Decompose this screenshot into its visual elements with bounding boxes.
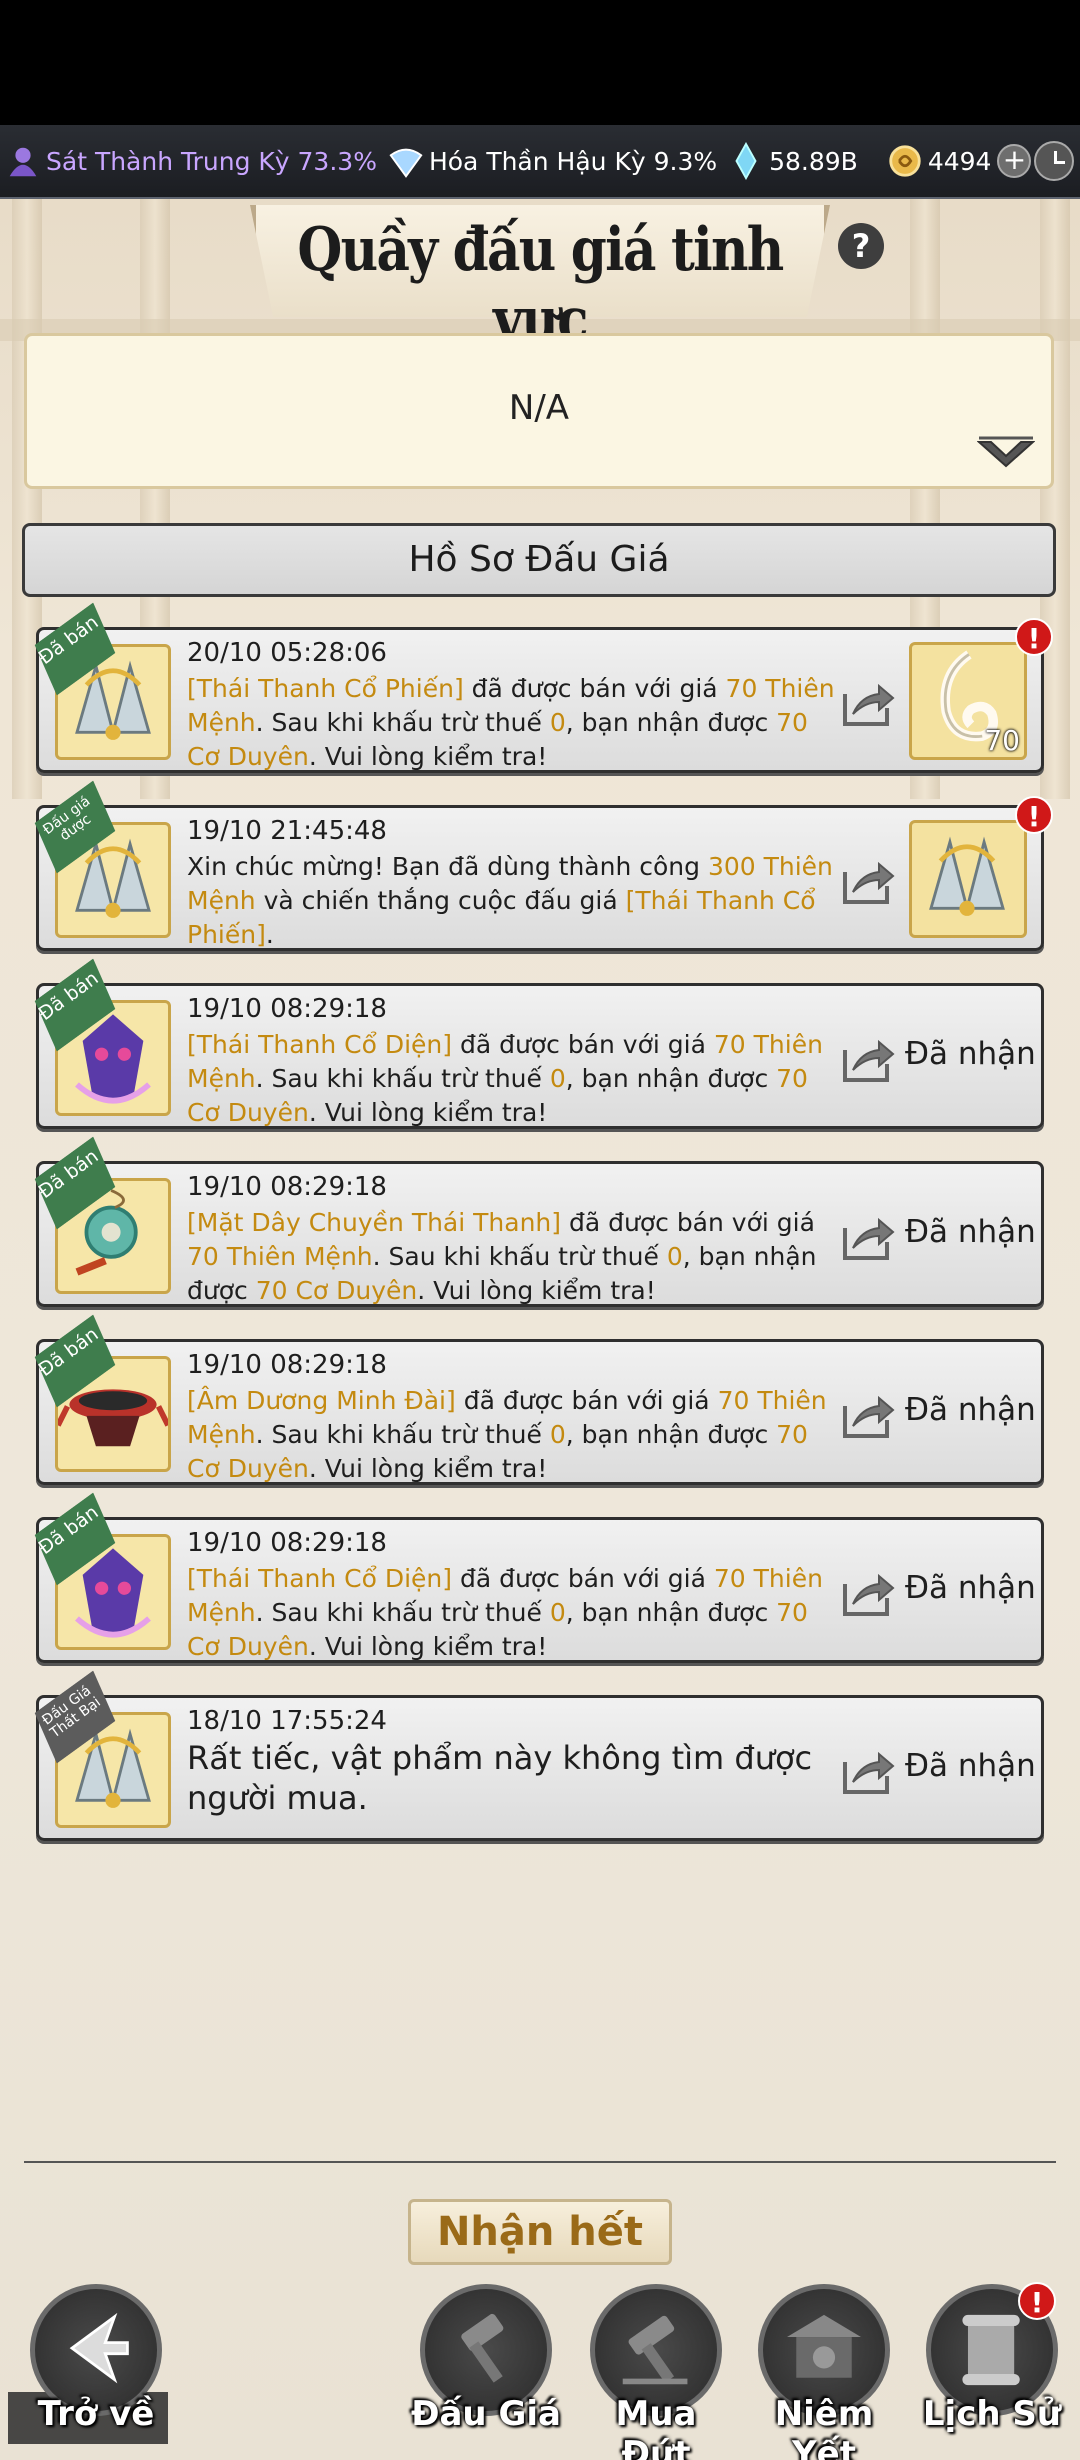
coin-icon bbox=[889, 145, 921, 177]
record-message: [Thái Thanh Cổ Phiến] đã được bán với gi… bbox=[187, 674, 835, 771]
auction-panel: Quầy đấu giá tinh vực ? N/A Hồ Sơ Đấu Gi… bbox=[0, 199, 1080, 2460]
received-status: Đã nhận bbox=[905, 1392, 1036, 1428]
help-button[interactable]: ? bbox=[838, 223, 884, 269]
auction-record: Đã bán 19/10 08:29:18 [Âm Dương Minh Đài] … bbox=[36, 1339, 1044, 1485]
resource-bar: Sát Thành Trung Kỳ 73.3% Hóa Thần Hậu Kỳ… bbox=[0, 125, 1080, 199]
crystal-icon bbox=[735, 142, 757, 180]
nav-label: Niêm Yết bbox=[774, 2394, 874, 2460]
record-time: 19/10 08:29:18 bbox=[187, 1172, 387, 1202]
filter-value: N/A bbox=[508, 388, 570, 428]
crystal-balance: 58.89B bbox=[727, 142, 858, 180]
nav-history-button[interactable]: Lịch Sử ! bbox=[922, 2282, 1062, 2454]
filter-dropdown[interactable]: N/A bbox=[24, 333, 1054, 489]
status-bar-area bbox=[0, 0, 1080, 125]
clock-icon[interactable] bbox=[1034, 141, 1074, 181]
coin-balance: 4494 + bbox=[886, 142, 1032, 180]
auction-record: Đấu giá được 19/10 21:45:48 Xin chúc mừng!… bbox=[36, 805, 1053, 951]
record-time: 19/10 08:29:18 bbox=[187, 994, 387, 1024]
nav-back-button[interactable]: Trở về bbox=[26, 2284, 166, 2454]
auction-record: Đấu Giá Thất Bại 18/10 17:55:24 Rất tiếc, … bbox=[36, 1695, 1044, 1841]
record-time: 19/10 21:45:48 bbox=[187, 816, 387, 846]
nav-auction-button[interactable]: Đấu Giá bbox=[411, 2284, 561, 2454]
share-icon[interactable] bbox=[839, 1036, 895, 1084]
record-message: [Âm Dương Minh Đài] đã được bán với giá … bbox=[187, 1386, 827, 1483]
nav-label: Mua Đứt bbox=[615, 2394, 697, 2460]
share-icon[interactable] bbox=[839, 1570, 895, 1618]
received-status: Đã nhận bbox=[905, 1214, 1036, 1250]
nav-label: Lịch Sử bbox=[922, 2394, 1062, 2434]
reward-item-button[interactable] bbox=[909, 820, 1027, 938]
reward-item-button[interactable]: 70 bbox=[909, 642, 1027, 760]
realm-progress-1: Sát Thành Trung Kỳ 73.3% bbox=[4, 142, 377, 180]
nav-label: Đấu Giá bbox=[411, 2394, 561, 2434]
received-status: Đã nhận bbox=[905, 1036, 1036, 1072]
add-coin-button[interactable]: + bbox=[997, 144, 1032, 178]
auction-record: Đã bán 19/10 08:29:18 [Mặt Dây Chuyền Thái… bbox=[36, 1161, 1044, 1307]
record-message: Xin chúc mừng! Bạn đã dùng thành công 30… bbox=[187, 852, 833, 949]
claim-all-button[interactable]: Nhận hết bbox=[408, 2199, 672, 2265]
realm-icon bbox=[9, 147, 37, 177]
share-icon[interactable] bbox=[839, 1214, 895, 1262]
fan-icon bbox=[389, 148, 423, 178]
alert-icon: ! bbox=[1018, 2282, 1056, 2320]
realm-progress-2: Hóa Thần Hậu Kỳ 9.3% bbox=[387, 142, 717, 180]
alert-icon: ! bbox=[1015, 618, 1053, 656]
realm-progress-label-2: Hóa Thần Hậu Kỳ 9.3% bbox=[428, 146, 718, 176]
coin-amount: 4494 bbox=[927, 146, 992, 176]
received-status: Đã nhận bbox=[905, 1748, 1036, 1784]
received-status: Đã nhận bbox=[905, 1570, 1036, 1606]
realm-progress-label-1: Sát Thành Trung Kỳ 73.3% bbox=[46, 146, 377, 176]
auction-record: Đã bán 20/10 05:28:06 [Thái Thanh Cổ Phiến… bbox=[36, 627, 1053, 773]
auction-record: Đã bán 19/10 08:29:18 [Thái Thanh Cổ Diện]… bbox=[36, 1517, 1044, 1663]
crystal-amount: 58.89B bbox=[769, 146, 858, 176]
record-time: 18/10 17:55:24 bbox=[187, 1706, 387, 1736]
reward-count: 70 bbox=[984, 724, 1020, 757]
nav-label: Trở về bbox=[37, 2394, 155, 2434]
record-message: [Mặt Dây Chuyền Thái Thanh] đã được bán … bbox=[187, 1208, 817, 1305]
record-message: [Thái Thanh Cổ Diện] đã được bán với giá… bbox=[187, 1030, 823, 1127]
auction-record: Đã bán 19/10 08:29:18 [Thái Thanh Cổ Diện]… bbox=[36, 983, 1044, 1129]
share-icon[interactable] bbox=[839, 858, 895, 906]
share-icon[interactable] bbox=[839, 1392, 895, 1440]
record-time: 19/10 08:29:18 bbox=[187, 1528, 387, 1558]
chevron-down-icon bbox=[977, 436, 1035, 468]
record-time: 20/10 05:28:06 bbox=[187, 638, 387, 668]
record-message: Rất tiếc, vật phẩm này không tìm được ng… bbox=[187, 1739, 813, 1817]
share-icon[interactable] bbox=[839, 1748, 895, 1796]
record-message: [Thái Thanh Cổ Diện] đã được bán với giá… bbox=[187, 1564, 823, 1661]
section-header: Hồ Sơ Đấu Giá bbox=[22, 523, 1056, 597]
share-icon[interactable] bbox=[839, 680, 895, 728]
background-pillar bbox=[1040, 199, 1070, 799]
divider bbox=[24, 2161, 1056, 2163]
alert-icon: ! bbox=[1015, 796, 1053, 834]
nav-listing-button[interactable]: Niêm Yết bbox=[754, 2284, 894, 2460]
nav-buyout-button[interactable]: Mua Đứt bbox=[586, 2284, 726, 2460]
record-time: 19/10 08:29:18 bbox=[187, 1350, 387, 1380]
